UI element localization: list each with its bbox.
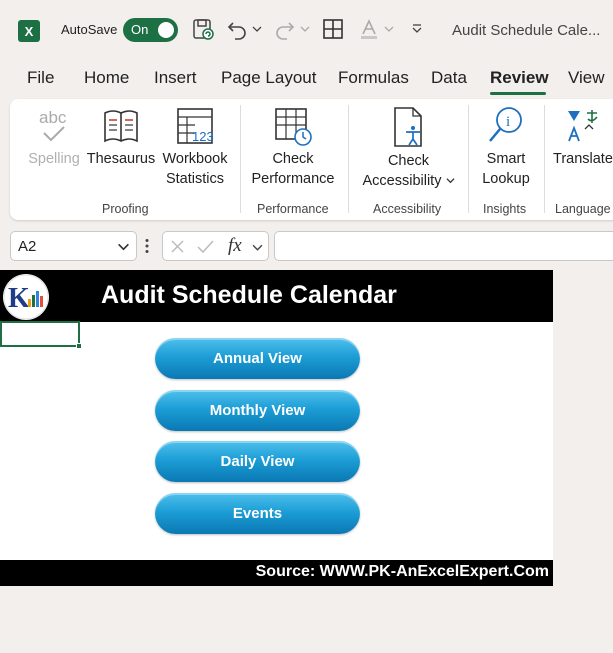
tab-insert[interactable]: Insert <box>154 68 197 88</box>
autosave-label: AutoSave <box>61 22 118 37</box>
ribbon-panel: abc Spelling Thesaurus 123 Workbook Stat… <box>10 99 613 220</box>
spelling-label: Spelling <box>28 151 80 167</box>
name-box-value: A2 <box>18 238 37 255</box>
book-icon <box>104 110 138 143</box>
tab-formulas[interactable]: Formulas <box>338 68 409 88</box>
workbook-statistics-label-1: Workbook <box>162 151 228 167</box>
group-separator <box>544 105 545 213</box>
worksheet-area[interactable]: K Audit Schedule Calendar Annual View Mo… <box>0 270 553 586</box>
svg-text:abc: abc <box>39 108 67 127</box>
cancel-icon[interactable] <box>170 239 185 254</box>
events-button[interactable]: Events <box>155 493 360 534</box>
annual-view-button[interactable]: Annual View <box>155 338 360 379</box>
name-box-chevron-down-icon[interactable] <box>117 240 130 253</box>
group-separator <box>468 105 469 213</box>
selected-cell-a2[interactable] <box>0 321 80 347</box>
function-chevron-down-icon[interactable] <box>252 242 263 253</box>
thesaurus-label: Thesaurus <box>86 151 156 167</box>
tab-data[interactable]: Data <box>431 68 467 88</box>
check-accessibility-label-1: Check <box>387 153 430 169</box>
thesaurus-button[interactable]: Thesaurus <box>86 105 156 169</box>
font-color-icon[interactable] <box>356 16 382 42</box>
formula-input[interactable] <box>274 231 613 261</box>
translate-button[interactable]: Translate <box>553 105 613 169</box>
check-performance-label-2: Performance <box>251 171 335 187</box>
document-title: Audit Schedule Cale... <box>452 22 601 39</box>
tab-view[interactable]: View <box>568 68 605 88</box>
title-bar: X AutoSave On Audit Schedule Cale... <box>0 0 613 60</box>
group-label-accessibility: Accessibility <box>373 202 442 216</box>
undo-icon[interactable] <box>224 16 250 42</box>
daily-view-button[interactable]: Daily View <box>155 441 360 482</box>
spelling-icon: abc <box>39 108 67 142</box>
smart-lookup-icon: i <box>489 107 522 142</box>
redo-icon[interactable] <box>272 16 298 42</box>
smart-lookup-label-1: Smart <box>486 151 526 167</box>
page-title: Audit Schedule Calendar <box>101 281 397 309</box>
insert-function-button[interactable]: fx <box>228 235 242 257</box>
check-accessibility-icon <box>393 107 422 147</box>
customize-quick-access-icon[interactable] <box>404 16 430 42</box>
check-accessibility-button[interactable]: Check Accessibility <box>356 105 461 191</box>
more-options-icon[interactable] <box>145 238 149 254</box>
svg-text:123: 123 <box>192 129 214 144</box>
save-icon[interactable] <box>190 16 216 42</box>
undo-dropdown-chevron-down-icon[interactable] <box>250 16 264 42</box>
smart-lookup-label-2: Lookup <box>482 171 530 187</box>
header-band: K Audit Schedule Calendar <box>0 270 553 322</box>
fill-handle[interactable] <box>76 343 82 349</box>
translate-icon <box>568 110 598 142</box>
font-color-chevron-down-icon[interactable] <box>382 16 396 42</box>
excel-app-icon: X <box>18 20 40 42</box>
formula-controls: fx <box>162 231 269 261</box>
group-label-insights: Insights <box>483 202 527 216</box>
spelling-button[interactable]: abc Spelling <box>24 105 84 169</box>
workbook-statistics-button[interactable]: 123 Workbook Statistics <box>157 105 233 189</box>
tab-home[interactable]: Home <box>84 68 129 88</box>
check-accessibility-label-2: Accessibility <box>356 171 461 191</box>
autosave-state: On <box>131 22 149 37</box>
pk-logo: K <box>3 274 49 320</box>
group-label-proofing: Proofing <box>102 202 149 216</box>
check-performance-icon <box>275 108 312 146</box>
tab-file[interactable]: File <box>27 68 54 88</box>
check-performance-label-1: Check <box>272 151 314 167</box>
group-label-language: Language <box>555 202 611 216</box>
chevron-down-icon <box>445 178 455 184</box>
redo-dropdown-chevron-down-icon[interactable] <box>298 16 312 42</box>
table-icon[interactable] <box>320 16 346 42</box>
autosave-toggle[interactable]: On <box>123 18 178 42</box>
toggle-knob <box>158 22 174 38</box>
translate-label: Translate <box>553 151 613 167</box>
smart-lookup-button[interactable]: i Smart Lookup <box>476 105 536 189</box>
group-separator <box>240 105 241 213</box>
workbook-statistics-icon: 123 <box>177 108 214 144</box>
tab-review[interactable]: Review <box>490 68 549 88</box>
svg-text:i: i <box>506 114 510 130</box>
tab-page-layout[interactable]: Page Layout <box>221 68 316 88</box>
footer-band: Source: WWW.PK-AnExcelExpert.Com <box>0 560 553 586</box>
monthly-view-button[interactable]: Monthly View <box>155 390 360 431</box>
enter-check-icon[interactable] <box>197 239 214 254</box>
workbook-statistics-label-2: Statistics <box>165 171 224 187</box>
source-text: Source: WWW.PK-AnExcelExpert.Com <box>255 563 549 580</box>
check-performance-button[interactable]: Check Performance <box>248 105 338 189</box>
group-label-performance: Performance <box>257 202 329 216</box>
svg-text:K: K <box>8 283 30 314</box>
active-tab-indicator <box>490 92 546 95</box>
name-box[interactable]: A2 <box>10 231 137 261</box>
group-separator <box>348 105 349 213</box>
